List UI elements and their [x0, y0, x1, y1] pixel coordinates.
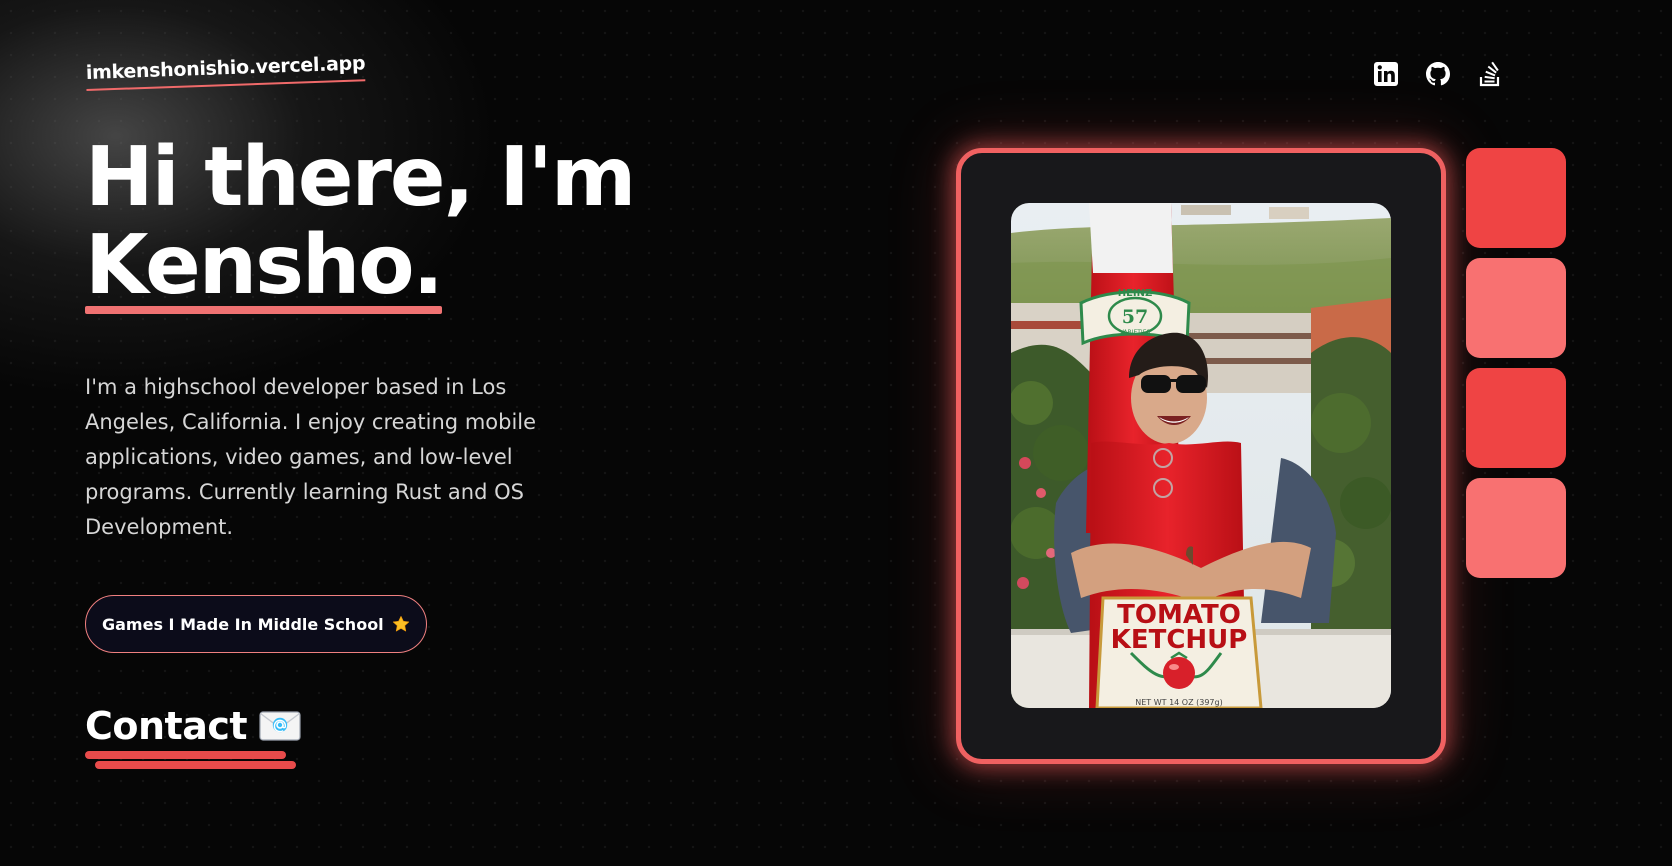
contact-underline — [85, 751, 286, 759]
social-links — [1372, 60, 1504, 88]
costume-sub: VARIETIES — [1120, 329, 1151, 336]
page: imkenshonishio.vercel.app Hi there, I'm … — [0, 0, 1672, 866]
bio-text: I'm a highschool developer based in Los … — [85, 375, 537, 539]
games-button[interactable]: Games I Made In Middle School — [85, 595, 427, 653]
costume-net-wt: NET WT 14 OZ (397g) — [1135, 698, 1222, 707]
star-icon — [392, 615, 409, 632]
color-tile-3[interactable] — [1466, 368, 1566, 468]
costume-number: 57 — [1122, 306, 1148, 328]
contact-heading: Contact — [85, 704, 301, 748]
profile-photo: HEINZ 57 VARIETIES TOMATO KETCHUP NET WT… — [1011, 203, 1391, 708]
color-tile-4[interactable] — [1466, 478, 1566, 578]
envelope-icon — [259, 711, 301, 741]
color-tile-2[interactable] — [1466, 258, 1566, 358]
github-icon[interactable] — [1424, 60, 1452, 88]
linkedin-icon[interactable] — [1372, 60, 1400, 88]
color-tile-1[interactable] — [1466, 148, 1566, 248]
games-button-label: Games I Made In Middle School — [102, 614, 384, 634]
color-tiles — [1466, 148, 1566, 578]
stack-overflow-icon[interactable] — [1476, 60, 1504, 88]
costume-brand: HEINZ — [1118, 288, 1153, 299]
hero-name: Kensho. — [85, 218, 444, 314]
contact-underline-shadow — [95, 761, 296, 769]
site-url-link[interactable]: imkenshonishio.vercel.app — [85, 52, 366, 91]
hero-greeting: Hi there, I'm — [85, 130, 636, 225]
costume-label-line2: KETCHUP — [1111, 625, 1248, 655]
hero-title: Hi there, I'm Kensho. — [85, 134, 636, 314]
contact-title: Contact — [85, 704, 248, 748]
